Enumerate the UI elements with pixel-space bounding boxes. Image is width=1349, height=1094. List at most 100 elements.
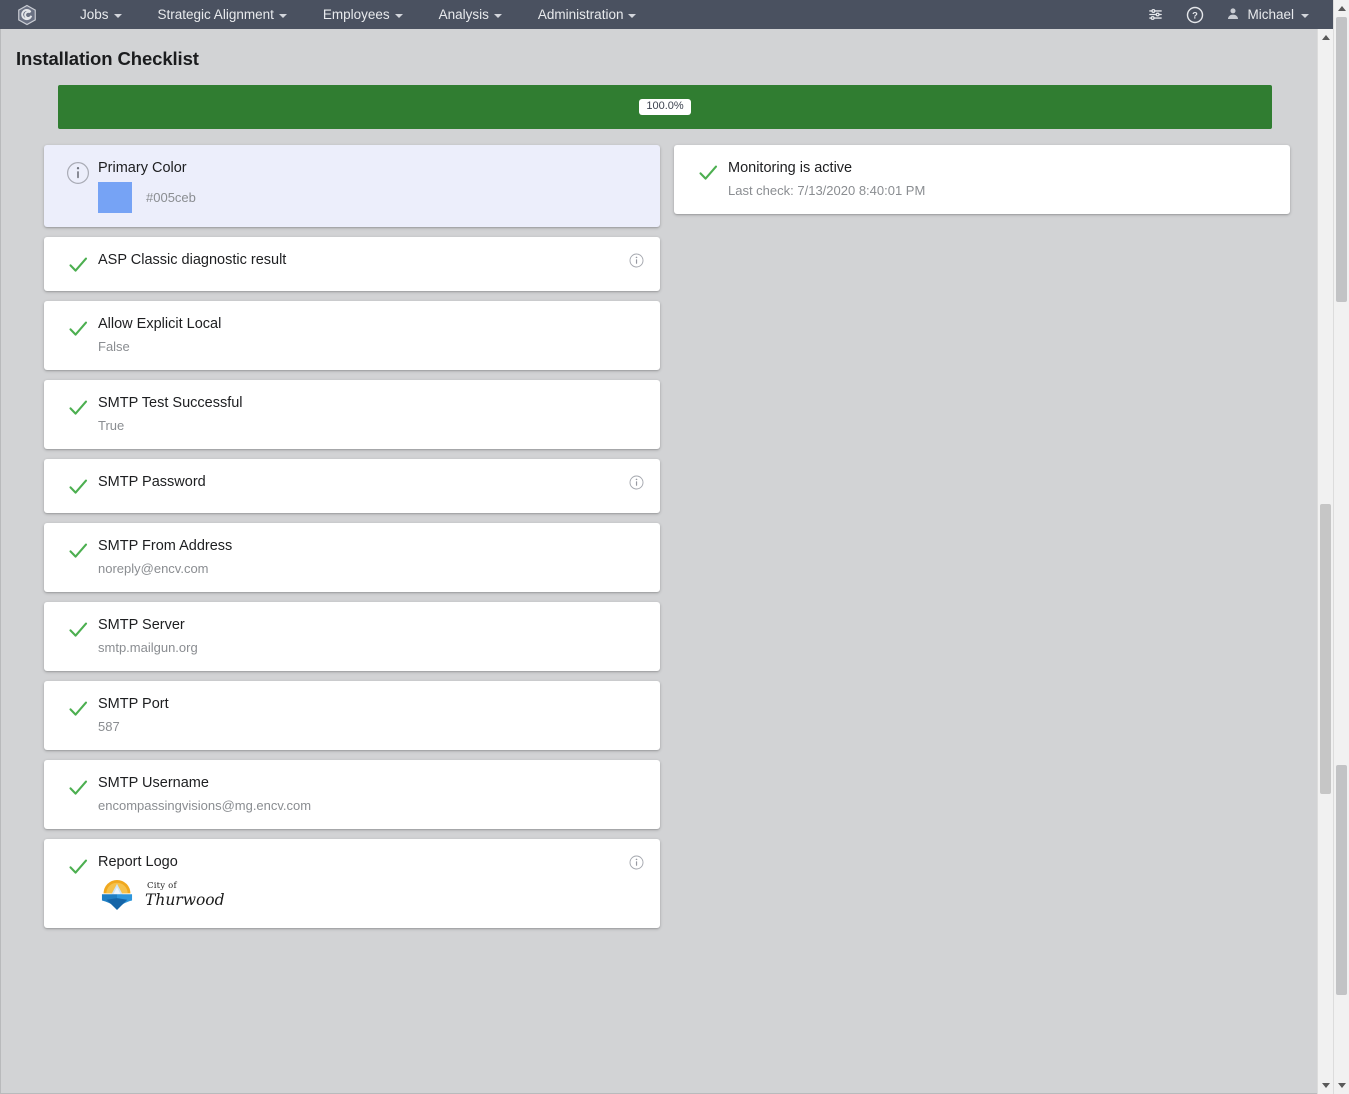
checklist-item-body: SMTP From Address noreply@encv.com [98, 537, 644, 578]
checklist-item-body: Primary Color #005ceb [98, 159, 644, 213]
help-circle-icon[interactable]: ? [1186, 6, 1204, 24]
checklist-item-body: ASP Classic diagnostic result [98, 251, 644, 274]
checklist-item-title: Primary Color [98, 160, 187, 176]
checklist-item-title: SMTP Test Successful [98, 395, 243, 411]
outer-scrollbar-thumb-bottom[interactable] [1336, 765, 1347, 995]
checklist-item-allow-explicit-local[interactable]: Allow Explicit Local False [44, 301, 660, 370]
checklist-item-title: SMTP Port [98, 696, 169, 712]
checklist-item-value: Last check: 7/13/2020 8:40:01 PM [728, 183, 926, 198]
checklist-item-value: noreply@encv.com [98, 561, 209, 576]
report-logo-text: City of Thurwood [145, 882, 225, 908]
check-icon [58, 616, 98, 642]
checklist-item-smtp-from-address[interactable]: SMTP From Address noreply@encv.com [44, 523, 660, 592]
checklist-item-smtp-server[interactable]: SMTP Server smtp.mailgun.org [44, 602, 660, 671]
checklist-item-body: Allow Explicit Local False [98, 315, 644, 356]
report-logo-line1: City of [147, 881, 177, 891]
installation-progress-bar: 100.0% [58, 85, 1272, 129]
scroll-up-arrow-icon[interactable] [1318, 29, 1333, 46]
nav-menu-employees[interactable]: Employees [305, 0, 421, 29]
checklist-item-body: SMTP Port 587 [98, 695, 644, 736]
checklist-item-title: SMTP From Address [98, 538, 233, 554]
primary-color-hex: #005ceb [146, 189, 196, 205]
scroll-down-arrow-icon[interactable] [1318, 1077, 1333, 1094]
info-circle-icon [58, 159, 98, 185]
checklist-item-body: SMTP Server smtp.mailgun.org [98, 616, 644, 657]
checklist-item-title: SMTP Username [98, 775, 209, 791]
checklist-item-body: SMTP Test Successful True [98, 394, 644, 435]
nav-menu-jobs[interactable]: Jobs [62, 0, 140, 29]
user-menu[interactable]: Michael [1226, 6, 1309, 24]
city-of-thurwood-logo-icon [98, 876, 136, 914]
checklist-item-asp-classic-diagnostic-result[interactable]: ASP Classic diagnostic result [44, 237, 660, 291]
scroll-down-arrow-icon[interactable] [1334, 1077, 1349, 1094]
check-icon [58, 774, 98, 800]
checklist-item-report-logo[interactable]: Report Logo City of Thurwood [44, 839, 660, 928]
checklist-column-right: Monitoring is active Last check: 7/13/20… [674, 145, 1290, 214]
checklist-item-monitoring-status[interactable]: Monitoring is active Last check: 7/13/20… [674, 145, 1290, 214]
nav-menu-analysis-label: Analysis [438, 7, 489, 22]
checklist-item-body: Monitoring is active Last check: 7/13/20… [728, 159, 1274, 200]
inner-scrollbar-thumb[interactable] [1320, 504, 1331, 794]
navbar-right-group: ? Michael [1147, 6, 1339, 24]
checklist-item-value: encompassingvisions@mg.encv.com [98, 798, 312, 813]
nav-menu-analysis[interactable]: Analysis [421, 0, 520, 29]
checklist-item-body: SMTP Username encompassingvisions@mg.enc… [98, 774, 644, 815]
hexagon-swirl-logo-icon[interactable] [16, 4, 38, 26]
checklist-item-title: SMTP Server [98, 617, 185, 633]
checklist-item-smtp-port[interactable]: SMTP Port 587 [44, 681, 660, 750]
top-navbar: Jobs Strategic Alignment Employees Analy… [0, 0, 1349, 29]
outer-scrollbar-thumb-top[interactable] [1336, 17, 1347, 302]
checklist-item-body: Report Logo City of Thurwood [98, 853, 644, 914]
check-icon [58, 853, 98, 879]
report-logo-preview: City of Thurwood [98, 876, 616, 914]
user-menu-name: Michael [1247, 7, 1294, 22]
user-avatar-icon [1226, 6, 1240, 24]
check-icon [58, 394, 98, 420]
chevron-down-icon [278, 13, 287, 18]
checklist-item-smtp-test-successful[interactable]: SMTP Test Successful True [44, 380, 660, 449]
info-circle-icon[interactable] [629, 253, 644, 273]
color-swatch-row: #005ceb [98, 182, 616, 213]
nav-menu-jobs-label: Jobs [80, 7, 109, 22]
check-icon [58, 537, 98, 563]
checklist-item-title: Monitoring is active [728, 160, 853, 176]
nav-menu-administration[interactable]: Administration [520, 0, 655, 29]
check-icon [58, 695, 98, 721]
check-icon [58, 473, 98, 499]
svg-text:?: ? [1193, 10, 1199, 20]
nav-menu-strategic-alignment[interactable]: Strategic Alignment [140, 0, 305, 29]
checklist-item-smtp-password[interactable]: SMTP Password [44, 459, 660, 513]
check-icon [58, 315, 98, 341]
nav-menu-employees-label: Employees [322, 7, 390, 22]
check-icon [688, 159, 728, 185]
checklist-item-title: Report Logo [98, 854, 178, 870]
nav-menu-administration-label: Administration [537, 7, 624, 22]
check-icon [58, 251, 98, 277]
checklist-item-value: True [98, 418, 125, 433]
checklist-columns: Primary Color #005ceb ASP Classic diagno… [44, 145, 1290, 928]
inner-scrollbar[interactable] [1317, 29, 1333, 1094]
checklist-item-value: smtp.mailgun.org [98, 640, 198, 655]
primary-color-swatch [98, 182, 132, 213]
chevron-down-icon [628, 13, 637, 18]
checklist-item-title: SMTP Password [98, 474, 206, 490]
checklist-item-value: False [98, 339, 130, 354]
checklist-item-title: Allow Explicit Local [98, 316, 222, 332]
checklist-item-title: ASP Classic diagnostic result [98, 252, 287, 268]
progress-percent-badge: 100.0% [639, 99, 691, 115]
checklist-item-primary-color[interactable]: Primary Color #005ceb [44, 145, 660, 227]
info-circle-icon[interactable] [629, 855, 644, 875]
chevron-down-icon [394, 13, 403, 18]
checklist-item-smtp-username[interactable]: SMTP Username encompassingvisions@mg.enc… [44, 760, 660, 829]
page-title: Installation Checklist [16, 48, 199, 69]
app-root: Jobs Strategic Alignment Employees Analy… [0, 0, 1349, 1094]
checklist-item-value: 587 [98, 719, 120, 734]
checklist-item-body: SMTP Password [98, 473, 644, 496]
nav-menu-strategic-alignment-label: Strategic Alignment [157, 7, 274, 22]
chevron-down-icon [1301, 13, 1309, 18]
info-circle-icon[interactable] [629, 475, 644, 495]
scroll-up-arrow-icon[interactable] [1334, 0, 1349, 17]
page-content: Installation Checklist 100.0% Primary Co… [0, 29, 1333, 1094]
outer-scrollbar[interactable] [1333, 0, 1349, 1094]
sliders-icon[interactable] [1147, 6, 1164, 23]
